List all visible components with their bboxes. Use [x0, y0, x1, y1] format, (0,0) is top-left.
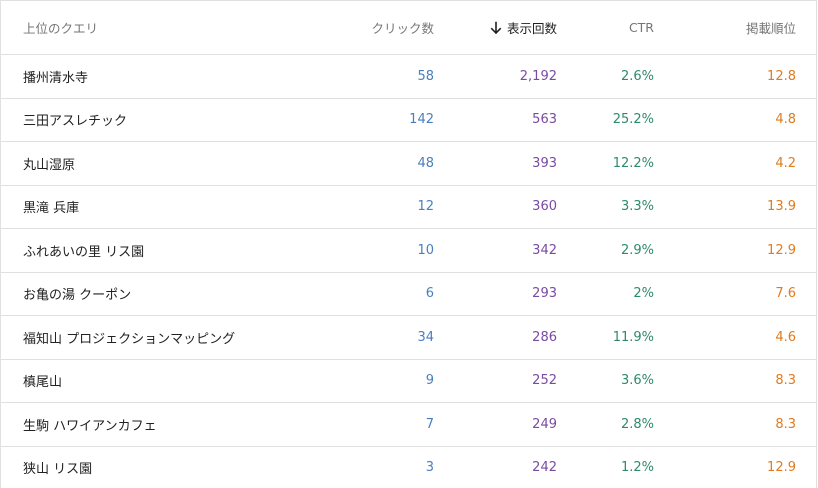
- queries-table: 上位のクエリ クリック数 表示回数 CTR 掲載順位 播州清水寺 58 2,19…: [1, 1, 816, 488]
- cell-position: 4.8: [676, 98, 816, 142]
- cell-ctr: 2.6%: [579, 54, 676, 99]
- table-row[interactable]: 福知山 プロジェクションマッピング 34 286 11.9% 4.6: [1, 315, 816, 360]
- cell-position: 12.8: [676, 54, 816, 99]
- table-row[interactable]: 三田アスレチック 142 563 25.2% 4.8: [1, 98, 816, 142]
- cell-position: 8.3: [676, 359, 816, 403]
- cell-impressions: 286: [456, 315, 579, 360]
- arrow-down-icon: [489, 21, 503, 35]
- column-header-clicks[interactable]: クリック数: [346, 1, 456, 55]
- cell-clicks: 10: [346, 228, 456, 273]
- column-header-query: 上位のクエリ: [1, 1, 346, 55]
- cell-position: 4.2: [676, 141, 816, 186]
- top-queries-table: 上位のクエリ クリック数 表示回数 CTR 掲載順位 播州清水寺 58 2,19…: [0, 0, 817, 488]
- cell-clicks: 34: [346, 315, 456, 360]
- cell-query: 播州清水寺: [1, 54, 346, 99]
- cell-position: 12.9: [676, 228, 816, 273]
- cell-position: 8.3: [676, 402, 816, 447]
- cell-impressions: 242: [456, 446, 579, 488]
- table-row[interactable]: お亀の湯 クーポン 6 293 2% 7.6: [1, 272, 816, 316]
- cell-query: 生駒 ハワイアンカフェ: [1, 402, 346, 447]
- cell-query: 丸山湿原: [1, 141, 346, 186]
- cell-impressions: 393: [456, 141, 579, 186]
- cell-impressions: 293: [456, 272, 579, 316]
- cell-query: お亀の湯 クーポン: [1, 272, 346, 316]
- cell-ctr: 3.3%: [579, 185, 676, 229]
- table-row[interactable]: 播州清水寺 58 2,192 2.6% 12.8: [1, 54, 816, 99]
- cell-impressions: 360: [456, 185, 579, 229]
- cell-position: 13.9: [676, 185, 816, 229]
- table-row[interactable]: 槙尾山 9 252 3.6% 8.3: [1, 359, 816, 403]
- column-header-position[interactable]: 掲載順位: [676, 1, 816, 55]
- cell-impressions: 563: [456, 98, 579, 142]
- cell-query: 狭山 リス園: [1, 446, 346, 488]
- cell-clicks: 142: [346, 98, 456, 142]
- cell-clicks: 7: [346, 402, 456, 447]
- cell-clicks: 3: [346, 446, 456, 488]
- table-row[interactable]: 狭山 リス園 3 242 1.2% 12.9: [1, 446, 816, 488]
- table-row[interactable]: 生駒 ハワイアンカフェ 7 249 2.8% 8.3: [1, 402, 816, 447]
- cell-ctr: 11.9%: [579, 315, 676, 360]
- cell-impressions: 249: [456, 402, 579, 447]
- cell-query: 福知山 プロジェクションマッピング: [1, 315, 346, 360]
- cell-clicks: 48: [346, 141, 456, 186]
- cell-ctr: 25.2%: [579, 98, 676, 142]
- column-header-impressions-label: 表示回数: [506, 21, 557, 36]
- cell-ctr: 1.2%: [579, 446, 676, 488]
- cell-ctr: 3.6%: [579, 359, 676, 403]
- table-row[interactable]: 黒滝 兵庫 12 360 3.3% 13.9: [1, 185, 816, 229]
- cell-position: 4.6: [676, 315, 816, 360]
- cell-position: 7.6: [676, 272, 816, 316]
- cell-clicks: 12: [346, 185, 456, 229]
- column-header-impressions[interactable]: 表示回数: [456, 1, 579, 55]
- cell-ctr: 2.8%: [579, 402, 676, 447]
- table-row[interactable]: 丸山湿原 48 393 12.2% 4.2: [1, 141, 816, 186]
- column-header-ctr[interactable]: CTR: [579, 1, 676, 55]
- cell-query: 槙尾山: [1, 359, 346, 403]
- cell-position: 12.9: [676, 446, 816, 488]
- cell-ctr: 12.2%: [579, 141, 676, 186]
- cell-ctr: 2.9%: [579, 228, 676, 273]
- cell-query: 黒滝 兵庫: [1, 185, 346, 229]
- cell-impressions: 252: [456, 359, 579, 403]
- table-row[interactable]: ふれあいの里 リス園 10 342 2.9% 12.9: [1, 228, 816, 273]
- cell-clicks: 58: [346, 54, 456, 99]
- cell-clicks: 6: [346, 272, 456, 316]
- cell-impressions: 2,192: [456, 54, 579, 99]
- cell-impressions: 342: [456, 228, 579, 273]
- cell-ctr: 2%: [579, 272, 676, 316]
- table-header-row: 上位のクエリ クリック数 表示回数 CTR 掲載順位: [1, 1, 816, 55]
- cell-clicks: 9: [346, 359, 456, 403]
- cell-query: ふれあいの里 リス園: [1, 228, 346, 273]
- cell-query: 三田アスレチック: [1, 98, 346, 142]
